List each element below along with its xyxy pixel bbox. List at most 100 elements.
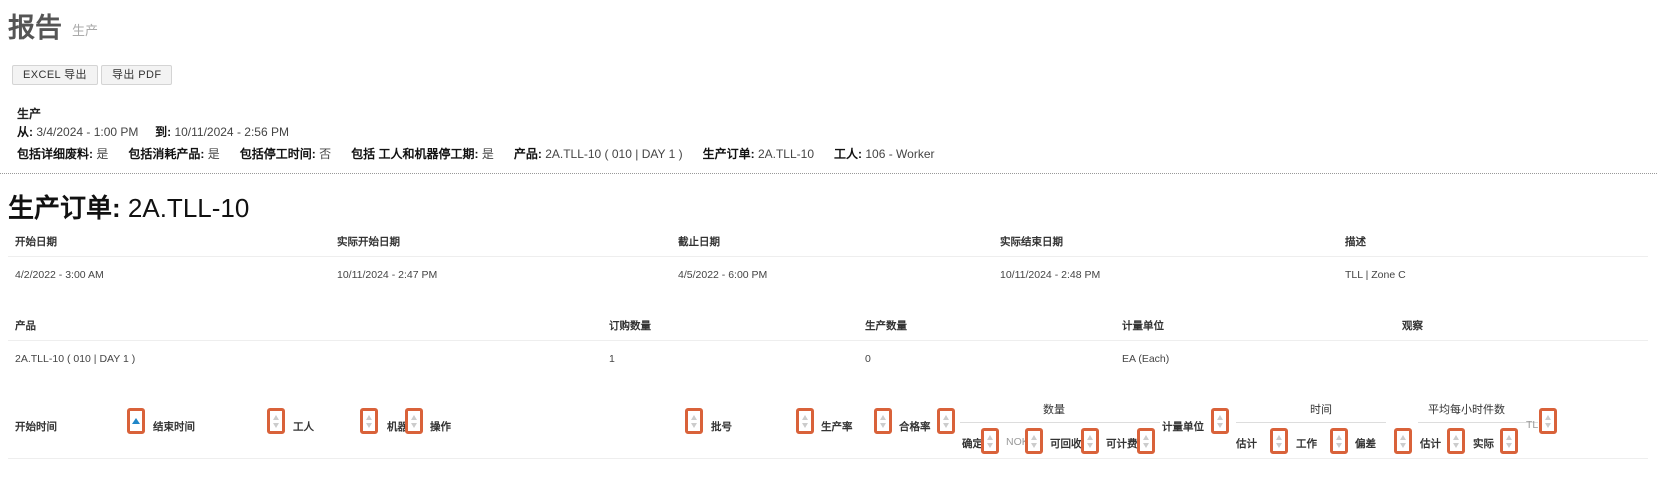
sort-asc-icon — [987, 435, 993, 440]
dates-header-divider — [8, 256, 1648, 257]
product-filter-value: 2A.TLL-10 ( 010 | DAY 1 ) — [545, 147, 683, 161]
sort-rate-button[interactable] — [874, 408, 892, 434]
product-value-ordered-qty: 1 — [609, 353, 615, 365]
sort-avg-estimate-button[interactable] — [1447, 428, 1465, 454]
worker-filter-label: 工人: — [834, 147, 863, 161]
col-recyclable: 可回收 — [1050, 438, 1082, 450]
sort-asc-icon — [943, 415, 949, 420]
sort-desc-icon — [273, 423, 279, 428]
sort-start-time-button[interactable] — [127, 408, 145, 434]
date-range-line: 从: 3/4/2024 - 1:00 PM 到: 10/11/2024 - 2:… — [17, 123, 289, 140]
dates-value-start: 4/2/2022 - 3:00 AM — [15, 269, 104, 281]
consumed-label: 包括消耗产品: — [128, 147, 205, 161]
from-label: 从: — [17, 125, 33, 139]
dates-header-actual-start: 实际开始日期 — [337, 236, 400, 248]
sort-asc-icon — [132, 418, 140, 424]
dates-value-due: 4/5/2022 - 6:00 PM — [678, 269, 768, 281]
sort-estimate-button[interactable] — [1270, 428, 1288, 454]
sort-desc-icon — [1087, 443, 1093, 448]
dates-header-start: 开始日期 — [15, 236, 57, 248]
product-value-product: 2A.TLL-10 ( 010 | DAY 1 ) — [15, 353, 136, 365]
sort-asc-icon — [1143, 435, 1149, 440]
product-header-ordered-qty: 订购数量 — [609, 320, 651, 332]
filters-section-title: 生产 — [17, 107, 42, 121]
product-header-uom: 计量单位 — [1122, 320, 1164, 332]
product-header-observation: 观察 — [1402, 320, 1423, 332]
pdf-export-button[interactable]: 导出 PDF — [101, 65, 173, 85]
col-start-time: 开始时间 — [15, 421, 57, 433]
sort-desc-icon — [1217, 423, 1223, 428]
sort-asc-icon — [1087, 435, 1093, 440]
order-filter-value: 2A.TLL-10 — [757, 147, 815, 161]
options-line: 包括详细废料: 是 包括消耗产品: 是 包括停工时间: 否 包括 工人和机器停工… — [17, 145, 935, 162]
product-value-uom: EA (Each) — [1122, 353, 1170, 365]
col-end-time: 结束时间 — [153, 421, 195, 433]
sort-desc-icon — [691, 423, 697, 428]
sort-desc-icon — [1400, 443, 1406, 448]
wm-downtime-value: 是 — [481, 147, 494, 161]
col-worker: 工人 — [293, 421, 314, 433]
page-subtitle: 生产 — [72, 23, 99, 38]
sort-desc-icon — [366, 423, 372, 428]
group-avg-pieces: 平均每小时件数 — [1428, 404, 1505, 416]
col-lot: 批号 — [711, 421, 732, 433]
col-actual: 实际 — [1473, 438, 1494, 450]
product-header-product: 产品 — [15, 320, 36, 332]
page-title: 报告 — [8, 13, 62, 43]
sort-nok-button[interactable] — [1025, 428, 1043, 454]
sort-desc-icon — [1506, 443, 1512, 448]
downtime-value: 否 — [319, 147, 332, 161]
sort-billable-button[interactable] — [1137, 428, 1155, 454]
sort-desc-icon — [987, 443, 993, 448]
consumed-value: 是 — [207, 147, 220, 161]
sort-desc-icon — [1143, 443, 1149, 448]
sort-desc-icon — [880, 423, 886, 428]
wm-downtime-label: 包括 工人和机器停工期: — [351, 147, 479, 161]
sort-machine-button[interactable] — [405, 408, 423, 434]
sort-asc-icon — [1453, 435, 1459, 440]
sort-asc-icon — [273, 415, 279, 420]
from-value: 3/4/2024 - 1:00 PM — [36, 125, 139, 139]
col-confirmed: 确定 — [962, 438, 983, 450]
order-title-value: 2A.TLL-10 — [127, 193, 250, 223]
sort-asc-icon — [1545, 415, 1551, 420]
sort-actual-button[interactable] — [1500, 428, 1518, 454]
dates-value-actual-end: 10/11/2024 - 2:48 PM — [1000, 269, 1101, 281]
sort-end-time-button[interactable] — [267, 408, 285, 434]
sort-desc-icon — [802, 423, 808, 428]
sort-confirmed-button[interactable] — [981, 428, 999, 454]
product-header-divider — [8, 340, 1648, 341]
sort-recyclable-button[interactable] — [1081, 428, 1099, 454]
product-header-produced-qty: 生产数量 — [865, 320, 907, 332]
group-avg-pieces-divider — [1418, 422, 1538, 423]
col-deviation: 偏差 — [1355, 438, 1376, 450]
excel-export-button[interactable]: EXCEL 导出 — [12, 65, 98, 85]
sort-tll-button[interactable] — [1539, 408, 1557, 434]
dates-value-actual-start: 10/11/2024 - 2:47 PM — [337, 269, 438, 281]
sort-pass-rate-button[interactable] — [937, 408, 955, 434]
sort-asc-icon — [1400, 435, 1406, 440]
sort-asc-icon — [1276, 435, 1282, 440]
sort-worker-button[interactable] — [360, 408, 378, 434]
sort-asc-icon — [411, 415, 417, 420]
to-value: 10/11/2024 - 2:56 PM — [174, 125, 289, 139]
col-rate: 生产率 — [821, 421, 853, 433]
sort-work-button[interactable] — [1330, 428, 1348, 454]
sort-asc-icon — [1217, 415, 1223, 420]
sort-desc-icon — [1031, 443, 1037, 448]
sort-asc-icon — [366, 415, 372, 420]
sort-asc-icon — [1336, 435, 1342, 440]
sort-uom-button[interactable] — [1211, 408, 1229, 434]
product-filter-label: 产品: — [513, 147, 542, 161]
scrap-value: 是 — [96, 147, 109, 161]
group-quantity-divider — [960, 422, 1160, 423]
sort-desc-icon — [1336, 443, 1342, 448]
sort-operation-button[interactable] — [685, 408, 703, 434]
group-time-divider — [1236, 422, 1386, 423]
sort-lot-button[interactable] — [796, 408, 814, 434]
sort-deviation-button[interactable] — [1394, 428, 1412, 454]
col-billable: 可计费 — [1106, 438, 1138, 450]
col-work: 工作 — [1296, 438, 1317, 450]
group-time: 时间 — [1310, 404, 1332, 416]
sort-asc-icon — [880, 415, 886, 420]
